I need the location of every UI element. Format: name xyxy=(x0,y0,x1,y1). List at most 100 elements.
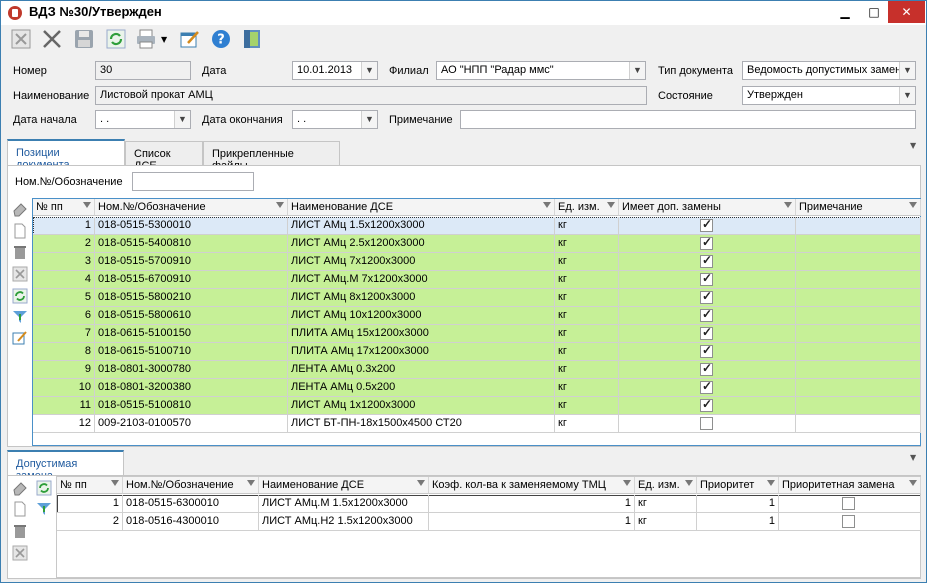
print-icon[interactable] xyxy=(135,28,157,50)
column-header[interactable]: Ед. изм. xyxy=(555,199,619,216)
refresh-icon[interactable] xyxy=(105,28,127,50)
filter-icon[interactable] xyxy=(12,309,28,325)
filter-input[interactable] xyxy=(132,172,254,191)
column-header[interactable]: Приоритет xyxy=(697,477,779,494)
chevron-down-icon[interactable]: ▼ xyxy=(361,62,377,79)
cancel-icon[interactable] xyxy=(12,266,28,282)
tab-dse-list[interactable]: Список ДСЕ xyxy=(125,141,203,172)
checkbox[interactable] xyxy=(700,417,713,430)
close-x-icon[interactable] xyxy=(41,28,63,50)
filter-funnel-icon[interactable] xyxy=(247,480,255,486)
table-row[interactable]: 4 018-0515-6700910 ЛИСТ АМц.М 7x1200x3000 к… xyxy=(33,271,921,289)
new-document-icon[interactable] xyxy=(12,501,28,517)
column-header[interactable]: Наименование ДСЕ xyxy=(259,477,429,494)
chevron-down-icon[interactable]: ▼ xyxy=(174,111,190,128)
filter-funnel-icon[interactable] xyxy=(417,480,425,486)
column-header[interactable]: № пп xyxy=(33,199,95,216)
table-row[interactable]: 8 018-0615-5100710 ПЛИТА АМц 17x1200x3000 к… xyxy=(33,343,921,361)
number-field[interactable]: 30 xyxy=(95,61,191,80)
filter-funnel-icon[interactable] xyxy=(111,480,119,486)
checkbox[interactable] xyxy=(700,361,713,376)
trash-icon[interactable] xyxy=(12,523,28,539)
tab-menu-icon[interactable]: ▼ xyxy=(910,453,916,462)
edit-icon[interactable] xyxy=(12,330,28,346)
checkbox[interactable] xyxy=(700,235,713,250)
maximize-button[interactable]: □ xyxy=(860,1,888,23)
tab-menu-icon[interactable]: ▼ xyxy=(910,141,916,150)
filter-funnel-icon[interactable] xyxy=(83,202,91,208)
branch-select[interactable]: АО "НПП "Радар ммс" ▼ xyxy=(436,61,646,80)
name-field[interactable]: Листовой прокат АМЦ xyxy=(95,86,647,105)
eraser-icon[interactable] xyxy=(12,480,28,496)
column-header[interactable]: Примечание xyxy=(796,199,921,216)
table-row[interactable]: 10 018-0801-3200380 ЛЕНТА АМц 0.5x200 кг xyxy=(33,379,921,397)
checkbox[interactable] xyxy=(700,217,713,232)
eraser-icon[interactable] xyxy=(12,201,28,217)
checkbox[interactable] xyxy=(700,253,713,268)
table-row[interactable]: 2 018-0515-5400810 ЛИСТ АМц 2.5x1200x3000 к… xyxy=(33,235,921,253)
table-row[interactable]: 3 018-0515-5700910 ЛИСТ АМц 7x1200x3000 кг xyxy=(33,253,921,271)
filter-funnel-icon[interactable] xyxy=(767,480,775,486)
column-header[interactable]: Наименование ДСЕ xyxy=(288,199,555,216)
refresh-icon[interactable] xyxy=(36,480,52,496)
save-icon[interactable] xyxy=(73,28,95,50)
start-date-field[interactable]: . . ▼ xyxy=(95,110,191,129)
checkbox[interactable] xyxy=(700,397,713,412)
close-button[interactable]: ✕ xyxy=(888,1,925,23)
column-header[interactable]: Приоритетная замена xyxy=(779,477,921,494)
filter-funnel-icon[interactable] xyxy=(784,202,792,208)
new-document-icon[interactable] xyxy=(12,223,28,239)
column-header[interactable]: Ном.№/Обозначение xyxy=(123,477,259,494)
filter-funnel-icon[interactable] xyxy=(543,202,551,208)
trash-icon[interactable] xyxy=(12,244,28,260)
chevron-down-icon[interactable]: ▼ xyxy=(899,87,915,104)
end-date-field[interactable]: . . ▼ xyxy=(292,110,378,129)
column-header[interactable]: Имеет доп. замены xyxy=(619,199,796,216)
filter-icon[interactable] xyxy=(36,501,52,517)
filter-funnel-icon[interactable] xyxy=(909,480,917,486)
column-header[interactable]: Коэф. кол-ва к заменяемому ТМЦ xyxy=(429,477,635,494)
chevron-down-icon[interactable]: ▼ xyxy=(899,62,915,79)
doctype-select[interactable]: Ведомость допустимых замен ▼ xyxy=(742,61,916,80)
cancel-icon[interactable] xyxy=(10,28,32,50)
date-field[interactable]: 10.01.2013 ▼ xyxy=(292,61,378,80)
print-dropdown-icon[interactable]: ▼ xyxy=(161,35,167,44)
table-row[interactable]: 11 018-0515-5100810 ЛИСТ АМц 1x1200x3000 кг xyxy=(33,397,921,415)
table-row[interactable]: 1 018-0515-5300010 ЛИСТ АМц 1.5x1200x3000 к… xyxy=(33,217,921,235)
note-field[interactable] xyxy=(460,110,916,129)
table-row[interactable]: 7 018-0615-5100150 ПЛИТА АМц 15x1200x3000 к… xyxy=(33,325,921,343)
cancel-icon[interactable] xyxy=(12,545,28,561)
filter-funnel-icon[interactable] xyxy=(276,202,284,208)
checkbox[interactable] xyxy=(700,271,713,286)
column-header[interactable]: Ед. изм. xyxy=(635,477,697,494)
checkbox[interactable] xyxy=(700,289,713,304)
checkbox[interactable] xyxy=(700,343,713,358)
state-select[interactable]: Утвержден ▼ xyxy=(742,86,916,105)
tab-attached-files[interactable]: Прикрепленные файлы xyxy=(203,141,340,172)
chevron-down-icon[interactable]: ▼ xyxy=(629,62,645,79)
column-header[interactable]: № пп xyxy=(57,477,123,494)
table-row[interactable]: 1 018-0515-6300010 ЛИСТ АМц.М 1.5x1200x300… xyxy=(57,495,921,513)
tab-allowed-replacement[interactable]: Допустимая замена xyxy=(7,450,124,482)
table-row[interactable]: 2 018-0516-4300010 ЛИСТ АМц.Н2 1.5x1200x30… xyxy=(57,513,921,531)
exit-icon[interactable] xyxy=(241,28,263,50)
table-row[interactable]: 5 018-0515-5800210 ЛИСТ АМц 8x1200x3000 кг xyxy=(33,289,921,307)
refresh-icon[interactable] xyxy=(12,288,28,304)
checkbox[interactable] xyxy=(842,515,855,528)
filter-funnel-icon[interactable] xyxy=(623,480,631,486)
table-row[interactable]: 9 018-0801-3000780 ЛЕНТА АМц 0.3x200 кг xyxy=(33,361,921,379)
filter-funnel-icon[interactable] xyxy=(909,202,917,208)
edit-icon[interactable] xyxy=(179,28,201,50)
filter-funnel-icon[interactable] xyxy=(607,202,615,208)
checkbox[interactable] xyxy=(700,325,713,340)
minimize-button[interactable]: ▁ xyxy=(830,1,860,23)
filter-funnel-icon[interactable] xyxy=(685,480,693,486)
checkbox[interactable] xyxy=(700,307,713,322)
tab-positions[interactable]: Позиции документа xyxy=(7,139,125,171)
chevron-down-icon[interactable]: ▼ xyxy=(361,111,377,128)
help-icon[interactable]: ? xyxy=(210,28,232,50)
column-header[interactable]: Ном.№/Обозначение xyxy=(95,199,288,216)
checkbox[interactable] xyxy=(842,497,855,510)
table-row[interactable]: 12 009-2103-0100570 ЛИСТ БТ-ПН-18x1500x450… xyxy=(33,415,921,433)
table-row[interactable]: 6 018-0515-5800610 ЛИСТ АМц 10x1200x3000 кг xyxy=(33,307,921,325)
